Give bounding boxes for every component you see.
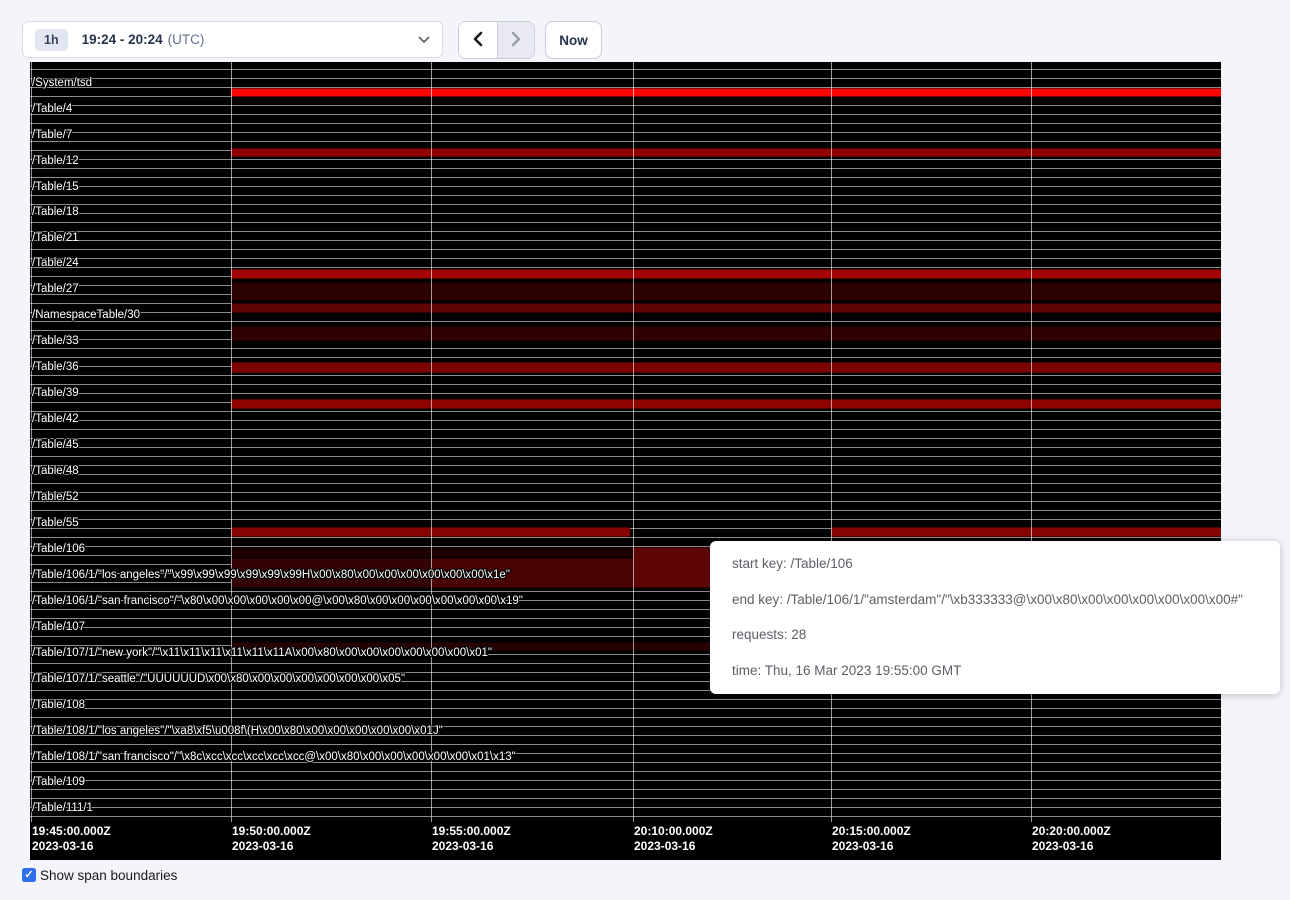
heat-band[interactable]: [831, 527, 1221, 537]
row-label: /Table/108: [32, 698, 85, 712]
span-boundary-lines: [30, 69, 1221, 821]
tick-date: 2023-03-16: [432, 839, 511, 854]
tick-time: 20:10:00.000Z: [634, 824, 713, 839]
footer: Show span boundaries: [22, 867, 177, 883]
row-label: /Table/107: [32, 620, 85, 634]
heat-band[interactable]: [231, 326, 1221, 341]
tooltip-line: start key: /Table/106: [732, 554, 1258, 574]
row-label: /Table/108/1/"san francisco"/"\x8c\xcc\x…: [32, 750, 516, 764]
range-text: 19:24 - 20:24: [82, 32, 163, 47]
tick-time: 19:50:00.000Z: [232, 824, 311, 839]
x-axis-tick: 19:45:00.000Z2023-03-16: [32, 824, 111, 854]
show-span-boundaries-label[interactable]: Show span boundaries: [40, 868, 177, 883]
row-label: /Table/111/1: [32, 801, 93, 815]
row-label: /Table/109: [32, 775, 85, 789]
row-label: /Table/36: [32, 360, 79, 374]
row-label: /Table/33: [32, 334, 79, 348]
tick-date: 2023-03-16: [32, 839, 111, 854]
tick-time: 20:20:00.000Z: [1032, 824, 1111, 839]
time-gridline: [1031, 62, 1032, 822]
row-label: /Table/108/1/"los angeles"/"\xa8\xf5\u00…: [32, 724, 443, 738]
row-label: /Table/24: [32, 256, 79, 270]
tooltip-line: end key: /Table/106/1/"amsterdam"/"\xb33…: [732, 590, 1258, 610]
row-label: /NamespaceTable/30: [32, 308, 140, 322]
heat-band[interactable]: [231, 88, 1221, 97]
heat-band[interactable]: [431, 558, 633, 588]
now-button[interactable]: Now: [545, 21, 602, 59]
chevron-down-icon: [418, 31, 430, 49]
cell-tooltip: start key: /Table/106 end key: /Table/106…: [710, 541, 1280, 694]
heat-band[interactable]: [231, 362, 1221, 373]
row-label: /Table/52: [32, 490, 79, 504]
time-gridline: [31, 62, 32, 822]
row-label: /Table/42: [32, 412, 79, 426]
tick-date: 2023-03-16: [832, 839, 911, 854]
tick-date: 2023-03-16: [634, 839, 713, 854]
heatmap-canvas[interactable]: /System/tsd/Table/4/Table/7/Table/12/Tab…: [30, 62, 1221, 860]
row-label: /Table/39: [32, 386, 79, 400]
heat-band[interactable]: [231, 558, 431, 588]
row-label: /Table/12: [32, 154, 79, 168]
heat-band[interactable]: [231, 148, 1221, 157]
tooltip-line: time: Thu, 16 Mar 2023 19:55:00 GMT: [732, 661, 1258, 681]
row-label: /Table/106/1/"san francisco"/"\x80\x00\x…: [32, 594, 523, 608]
row-label: /Table/7: [32, 128, 72, 142]
time-gridline: [431, 62, 432, 822]
row-label: /Table/55: [32, 516, 79, 530]
time-nav-group: [458, 21, 535, 59]
range-duration-badge: 1h: [35, 29, 68, 51]
chevron-right-icon: [510, 31, 522, 50]
x-axis-tick: 19:50:00.000Z2023-03-16: [232, 824, 311, 854]
tooltip-line: requests: 28: [732, 625, 1258, 645]
row-label: /System/tsd: [32, 76, 92, 90]
heat-band[interactable]: [231, 269, 1221, 279]
heat-band[interactable]: [231, 282, 1221, 301]
time-range-select[interactable]: 1h 19:24 - 20:24 (UTC): [22, 21, 443, 58]
row-label: /Table/18: [32, 205, 79, 219]
tick-date: 2023-03-16: [232, 839, 311, 854]
prev-range-button[interactable]: [459, 22, 497, 58]
row-label: /Table/48: [32, 464, 79, 478]
range-utc-suffix: (UTC): [168, 32, 205, 47]
heat-band[interactable]: [231, 527, 630, 537]
tick-time: 20:15:00.000Z: [832, 824, 911, 839]
row-label: /Table/107/1/"seattle"/"UUUUUUD\x00\x80\…: [32, 672, 405, 686]
row-label: /Table/45: [32, 438, 79, 452]
heat-band[interactable]: [231, 303, 1221, 313]
x-axis-tick: 20:15:00.000Z2023-03-16: [832, 824, 911, 854]
row-label: /Table/21: [32, 231, 79, 245]
show-span-boundaries-checkbox[interactable]: [22, 868, 36, 882]
row-label: /Table/27: [32, 282, 79, 296]
time-gridline: [831, 62, 832, 822]
tick-time: 19:45:00.000Z: [32, 824, 111, 839]
row-label: /Table/106: [32, 542, 85, 556]
heat-band[interactable]: [231, 399, 1221, 409]
next-range-button[interactable]: [497, 22, 535, 58]
chevron-left-icon: [472, 31, 484, 50]
time-gridline: [633, 62, 634, 822]
x-axis-tick: 20:20:00.000Z2023-03-16: [1032, 824, 1111, 854]
tick-time: 19:55:00.000Z: [432, 824, 511, 839]
x-axis-tick: 20:10:00.000Z2023-03-16: [634, 824, 713, 854]
tick-date: 2023-03-16: [1032, 839, 1111, 854]
time-gridline: [231, 62, 232, 822]
row-label: /Table/4: [32, 102, 72, 116]
x-axis-tick: 19:55:00.000Z2023-03-16: [432, 824, 511, 854]
row-label: /Table/15: [32, 180, 79, 194]
